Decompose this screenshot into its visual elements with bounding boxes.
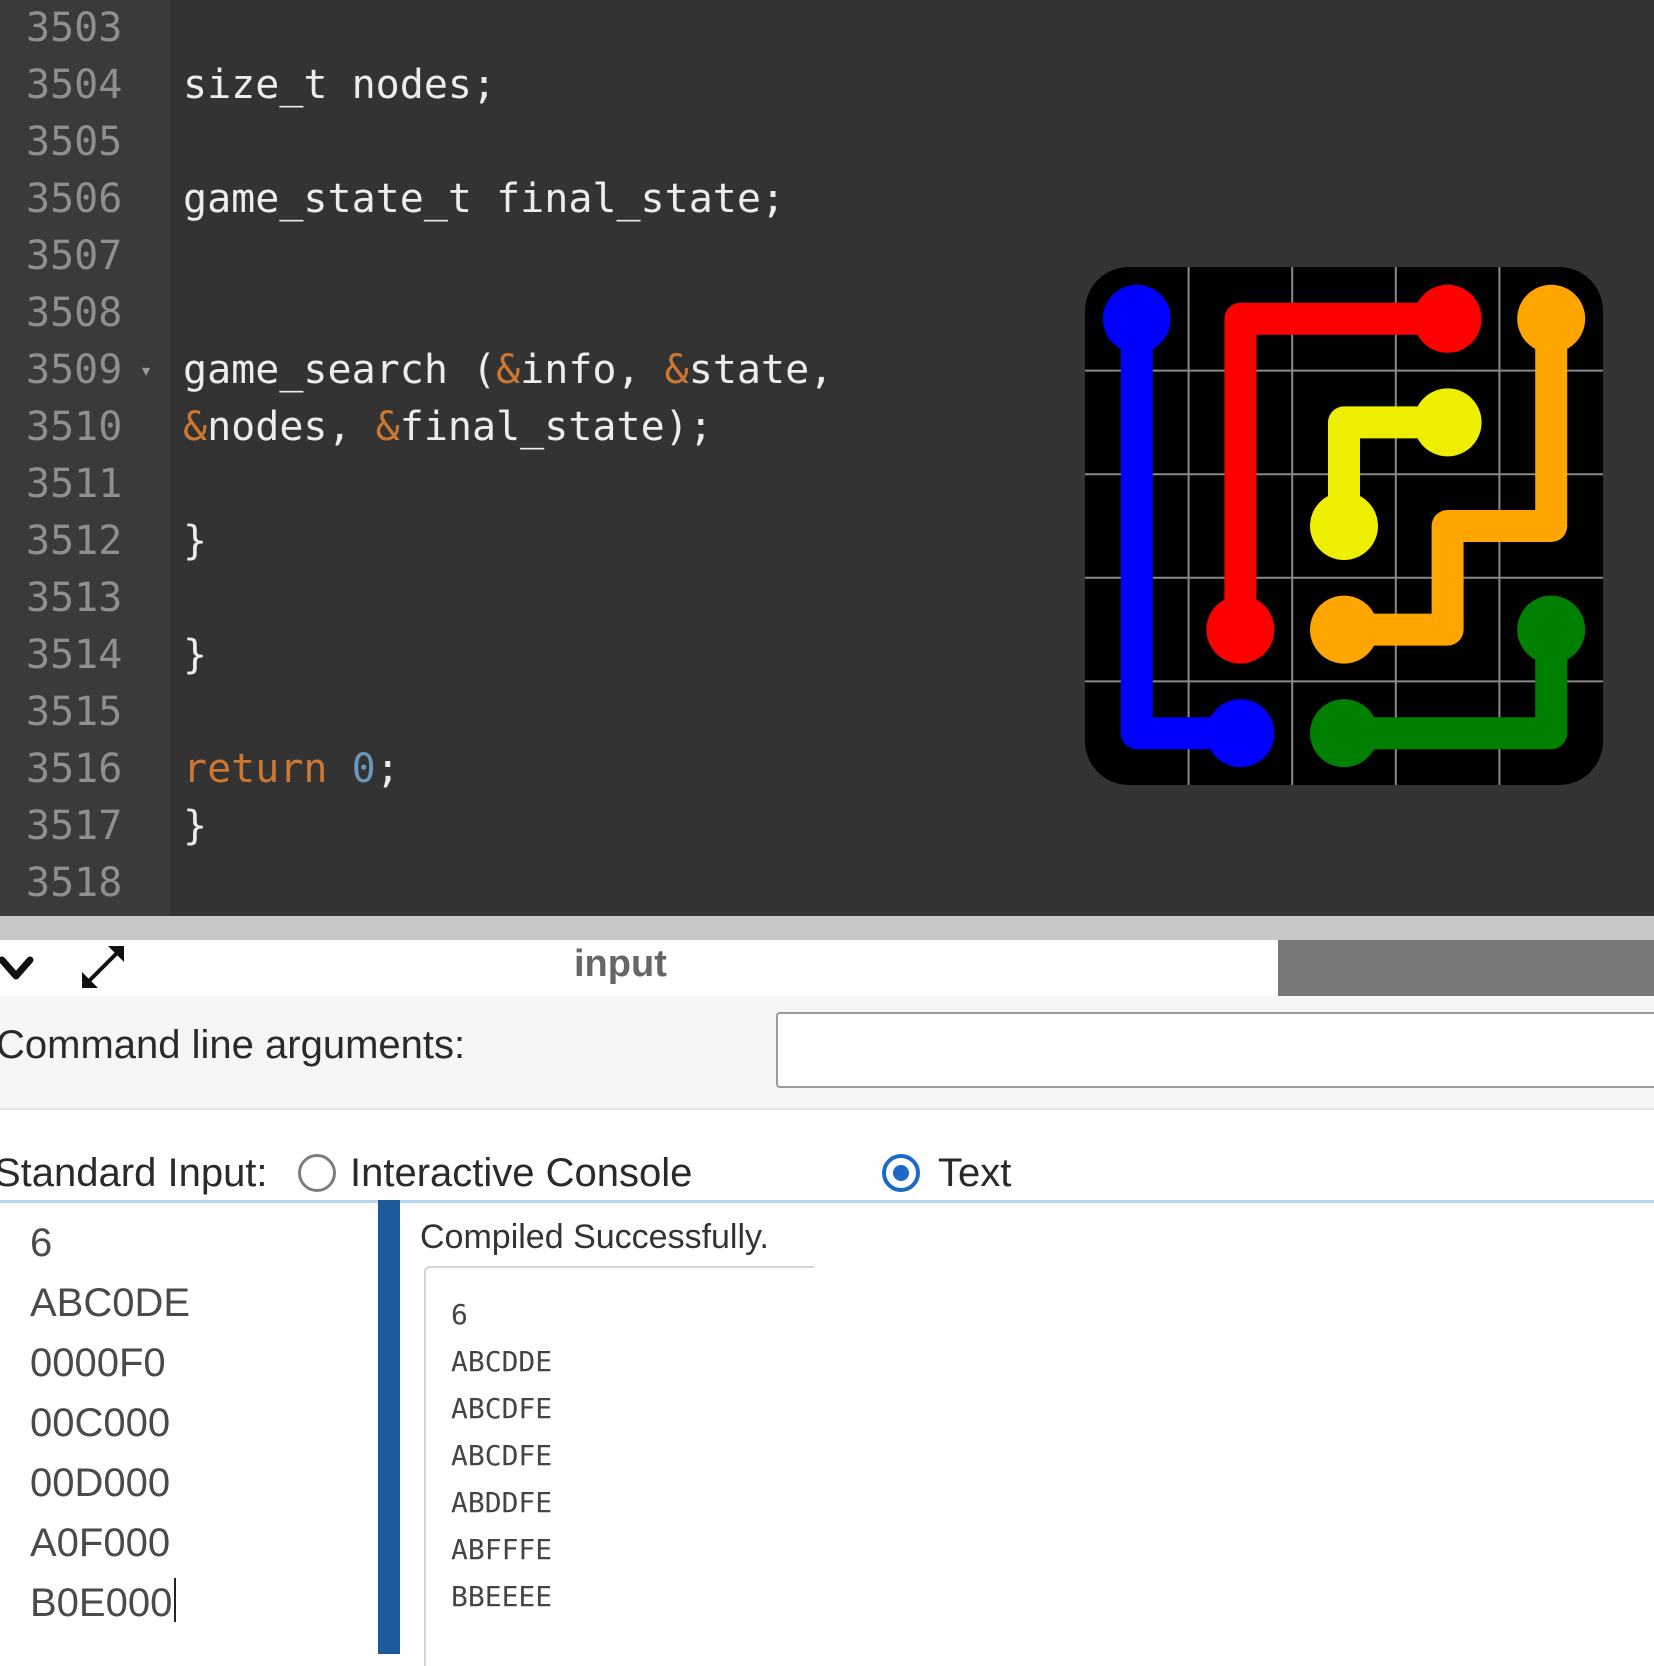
line-number: 3511 — [26, 461, 123, 507]
stdin-line: 00C000 — [30, 1401, 171, 1445]
green-flow-endpoint — [1517, 595, 1586, 664]
code-line[interactable]: 3518 — [0, 855, 1654, 912]
stdin-line: 6 — [30, 1221, 53, 1265]
interactive-console-label[interactable]: Interactive Console — [350, 1148, 692, 1198]
text-label[interactable]: Text — [938, 1148, 1011, 1198]
code-text: return 0; — [183, 746, 400, 792]
line-number: 3505 — [26, 119, 123, 165]
line-number: 3514 — [26, 632, 123, 678]
output-line: ABCDFE — [451, 1392, 553, 1425]
chevron-down-icon — [0, 956, 34, 980]
line-number: 3510 — [26, 404, 123, 450]
stdin-line: ABC0DE — [30, 1281, 191, 1325]
orange-flow-endpoint — [1310, 595, 1378, 664]
line-number: 3506 — [26, 176, 123, 222]
args-label: Command line arguments: — [0, 1023, 466, 1067]
code-line[interactable]: 3505 — [0, 114, 1654, 171]
expand-arrows-icon — [82, 946, 124, 988]
stdin-line: 00D000 — [30, 1461, 171, 1505]
code-text: } — [183, 518, 208, 564]
blue-flow-endpoint — [1206, 699, 1275, 768]
output-line: ABCDDE — [451, 1345, 553, 1378]
line-number: 3508 — [26, 290, 123, 336]
line-number: 3503 — [26, 5, 123, 51]
output-divider[interactable] — [378, 1200, 400, 1654]
stdin-label: Standard Input: — [0, 1151, 268, 1195]
interactive-console-radio[interactable] — [298, 1154, 336, 1192]
code-text: game_state_t final_state; — [183, 176, 786, 222]
panel-tab-area[interactable] — [1278, 940, 1654, 996]
code-text: size_t nodes; — [183, 62, 497, 108]
output-line: 6 — [451, 1298, 468, 1331]
text-caret — [174, 1578, 177, 1622]
args-input[interactable] — [776, 1012, 1654, 1088]
line-number: 3516 — [26, 746, 123, 792]
yellow-flow-endpoint — [1413, 388, 1482, 457]
expand-button[interactable] — [78, 942, 128, 992]
orange-flow-endpoint — [1517, 284, 1586, 353]
code-editor[interactable]: 3503 3504 size_t nodes; 3505 3506 game_s… — [0, 0, 1654, 916]
red-flow-endpoint — [1206, 595, 1275, 664]
output-line: ABFFFE — [451, 1533, 553, 1566]
code-line[interactable]: 3503 — [0, 0, 1654, 57]
stdin-line: A0F000 — [30, 1521, 171, 1565]
line-number: 3504 — [26, 62, 123, 108]
output-line: ABDDFE — [451, 1486, 553, 1519]
compile-status: Compiled Successfully. — [420, 1218, 769, 1256]
line-number: 3518 — [26, 860, 123, 906]
output-line: ABCDFE — [451, 1439, 553, 1472]
green-flow-endpoint — [1310, 699, 1378, 768]
line-number: 3515 — [26, 689, 123, 735]
line-number: 3507 — [26, 233, 123, 279]
panel-splitter[interactable] — [0, 916, 1654, 940]
collapse-button[interactable] — [0, 946, 40, 990]
stdin-textarea[interactable]: 6 ABC0DE 0000F0 00C000 00D000 A0F000 B0E… — [0, 1203, 378, 1654]
flow-game-board — [1085, 267, 1603, 785]
code-text: &nodes, &final_state); — [183, 404, 713, 450]
yellow-flow-endpoint — [1310, 492, 1378, 560]
blue-flow-endpoint — [1102, 284, 1171, 353]
code-line[interactable]: 3506 game_state_t final_state; — [0, 171, 1654, 228]
line-number: 3512 — [26, 518, 123, 564]
code-text: } — [183, 632, 208, 678]
code-line[interactable]: 3517 } — [0, 798, 1654, 855]
line-number: 3517 — [26, 803, 123, 849]
code-line[interactable]: 3504 size_t nodes; — [0, 57, 1654, 114]
line-number: 3513 — [26, 575, 123, 621]
stdin-line: 0000F0 — [30, 1341, 166, 1385]
stdin-line-last: B0E000 — [30, 1575, 177, 1631]
text-radio[interactable] — [882, 1154, 920, 1192]
line-number: 3509 — [26, 347, 123, 393]
output-line: BBEEEE — [451, 1580, 553, 1613]
code-text: } — [183, 803, 208, 849]
fold-arrow-icon[interactable]: ▾ — [142, 342, 150, 399]
red-flow-endpoint — [1413, 284, 1482, 353]
panel-title: input — [574, 943, 667, 985]
code-text: game_search (&info, &state, — [183, 347, 834, 393]
